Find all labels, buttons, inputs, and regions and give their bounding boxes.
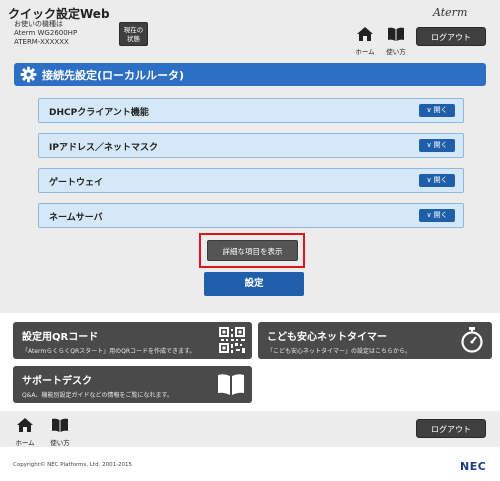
- book-icon: [52, 418, 68, 432]
- guide-label: 使い方: [50, 439, 70, 447]
- accordion-gateway[interactable]: ゲートウェイ ∨ 開く: [38, 168, 464, 193]
- footer-home-button[interactable]: ホーム: [14, 417, 36, 447]
- chevron-down-icon: ∨: [426, 141, 432, 149]
- model-serial: ATERM-XXXXXX: [14, 38, 69, 46]
- qr-code-icon: [219, 327, 245, 353]
- logout-button[interactable]: ログアウト: [416, 27, 486, 46]
- home-icon: [357, 27, 373, 41]
- chevron-down-icon: ∨: [426, 106, 432, 114]
- gear-icon: [20, 66, 37, 83]
- nec-logo: NEC: [460, 460, 487, 473]
- chevron-down-icon: ∨: [426, 176, 432, 184]
- footer-guide-button[interactable]: 使い方: [49, 417, 71, 447]
- open-button[interactable]: ∨ 開く: [419, 209, 455, 222]
- tile-support-desk[interactable]: サポートデスク Q&A、機能別設定ガイドなどの情報をご覧になれます。: [13, 366, 252, 403]
- tile-title: サポートデスク: [22, 376, 92, 387]
- book-icon: [218, 374, 244, 395]
- open-button[interactable]: ∨ 開く: [419, 174, 455, 187]
- accordion-label: IPアドレス／ネットマスク: [49, 143, 158, 153]
- stopwatch-icon: [461, 327, 483, 353]
- current-status-button[interactable]: 現在の 状態: [119, 22, 148, 46]
- status-button-line1: 現在の: [123, 26, 144, 34]
- model-name: Aterm WG2600HP: [14, 29, 78, 37]
- aterm-logo: Aterm: [433, 6, 468, 19]
- tile-description: Q&A、機能別設定ガイドなどの情報をご覧になれます。: [22, 392, 173, 399]
- submit-button[interactable]: 設定: [204, 272, 304, 296]
- status-button-line2: 状態: [127, 35, 140, 43]
- tile-title: こども安心ネットタイマー: [267, 332, 387, 343]
- tile-qr-code[interactable]: 設定用QRコード 「AtermらくらくQRスタート」用のQRコードを作成できます…: [13, 322, 252, 359]
- accordion-dhcp-client[interactable]: DHCPクライアント機能 ∨ 開く: [38, 98, 464, 123]
- open-button[interactable]: ∨ 開く: [419, 104, 455, 117]
- accordion-ip-netmask[interactable]: IPアドレス／ネットマスク ∨ 開く: [38, 133, 464, 158]
- open-button-label: 開く: [433, 141, 448, 149]
- accordion-label: ゲートウェイ: [49, 178, 104, 188]
- open-button-label: 開く: [433, 176, 448, 184]
- accordion-label: ネームサーバ: [49, 213, 103, 223]
- open-button-label: 開く: [433, 106, 448, 114]
- section-title: 接続先設定(ローカルルータ): [42, 69, 185, 82]
- tile-description: 「こども安心ネットタイマー」の設定はこちらから。: [267, 348, 412, 355]
- model-caption: お使いの機種は: [14, 20, 63, 28]
- tile-description: 「AtermらくらくQRスタート」用のQRコードを作成できます。: [22, 348, 196, 355]
- tile-title: 設定用QRコード: [22, 332, 99, 343]
- footer-bar: ホーム 使い方 ログアウト: [0, 411, 500, 447]
- open-button[interactable]: ∨ 開く: [419, 139, 455, 152]
- tile-kids-net-timer[interactable]: こども安心ネットタイマー 「こども安心ネットタイマー」の設定はこちらから。: [258, 322, 492, 359]
- copyright: Copyright© NEC Platforms, Ltd. 2001-2015: [13, 462, 133, 468]
- section-header: 接続先設定(ローカルルータ): [14, 63, 486, 86]
- guide-label: 使い方: [386, 48, 406, 56]
- guide-button[interactable]: 使い方: [385, 26, 407, 56]
- home-label: ホーム: [15, 439, 35, 447]
- open-button-label: 開く: [433, 211, 448, 219]
- show-details-button[interactable]: 詳細な項目を表示: [207, 240, 298, 261]
- accordion-label: DHCPクライアント機能: [49, 108, 149, 118]
- accordion-name-server[interactable]: ネームサーバ ∨ 開く: [38, 203, 464, 228]
- home-icon: [17, 418, 33, 432]
- book-icon: [388, 27, 404, 41]
- home-button[interactable]: ホーム: [354, 26, 376, 56]
- chevron-down-icon: ∨: [426, 211, 432, 219]
- footer-logout-button[interactable]: ログアウト: [416, 419, 486, 438]
- home-label: ホーム: [355, 48, 375, 56]
- header: クイック設定Web お使いの機種は Aterm WG2600HP ATERM-X…: [0, 0, 500, 56]
